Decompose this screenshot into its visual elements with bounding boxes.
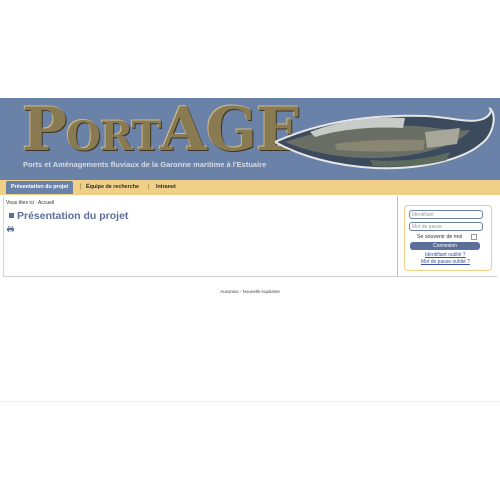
boat-illustration <box>275 107 495 170</box>
nav-separator: | <box>80 184 82 190</box>
footer-text: Ausonius - Nouvelle Aquitaine <box>220 289 280 294</box>
main-nav <box>0 180 500 195</box>
username-field[interactable]: Identifiant <box>409 210 483 219</box>
nav-separator: | <box>148 184 150 190</box>
remember-me-label: Se souvenir de moi <box>417 234 463 240</box>
tab-equipe[interactable]: Équipe de recherche <box>86 181 139 194</box>
logo-letter-p: P <box>22 95 67 165</box>
breadcrumb-current[interactable]: Accueil <box>38 200 54 206</box>
breadcrumb-prefix: Vous êtes ici : <box>6 200 37 206</box>
footer-divider <box>3 276 497 277</box>
site-tagline: Ports et Aménagements fluviaux de la Gar… <box>23 160 267 169</box>
login-button[interactable]: Connexion <box>410 242 480 250</box>
page-bottom-rule <box>0 401 500 402</box>
tab-presentation[interactable]: Présentation du projet <box>6 181 74 194</box>
breadcrumb: Vous êtes ici : Accueil <box>6 200 54 206</box>
content-divider <box>397 196 398 277</box>
forgot-username-link[interactable]: Identifiant oublié ? <box>425 252 466 258</box>
tab-intranet[interactable]: Intranet <box>156 181 176 194</box>
page-title: Présentation du projet <box>17 210 129 222</box>
logo-letters-ort: ORT <box>66 113 161 160</box>
title-bullet-icon <box>9 213 14 218</box>
site-logo[interactable]: PORTAGE <box>22 100 302 160</box>
remember-me-checkbox[interactable] <box>471 234 477 240</box>
main-content <box>3 196 398 276</box>
password-field[interactable]: Mot de passe <box>409 222 483 231</box>
print-icon[interactable] <box>7 226 14 232</box>
forgot-password-link[interactable]: Mot de passe oublié ? <box>421 259 470 265</box>
